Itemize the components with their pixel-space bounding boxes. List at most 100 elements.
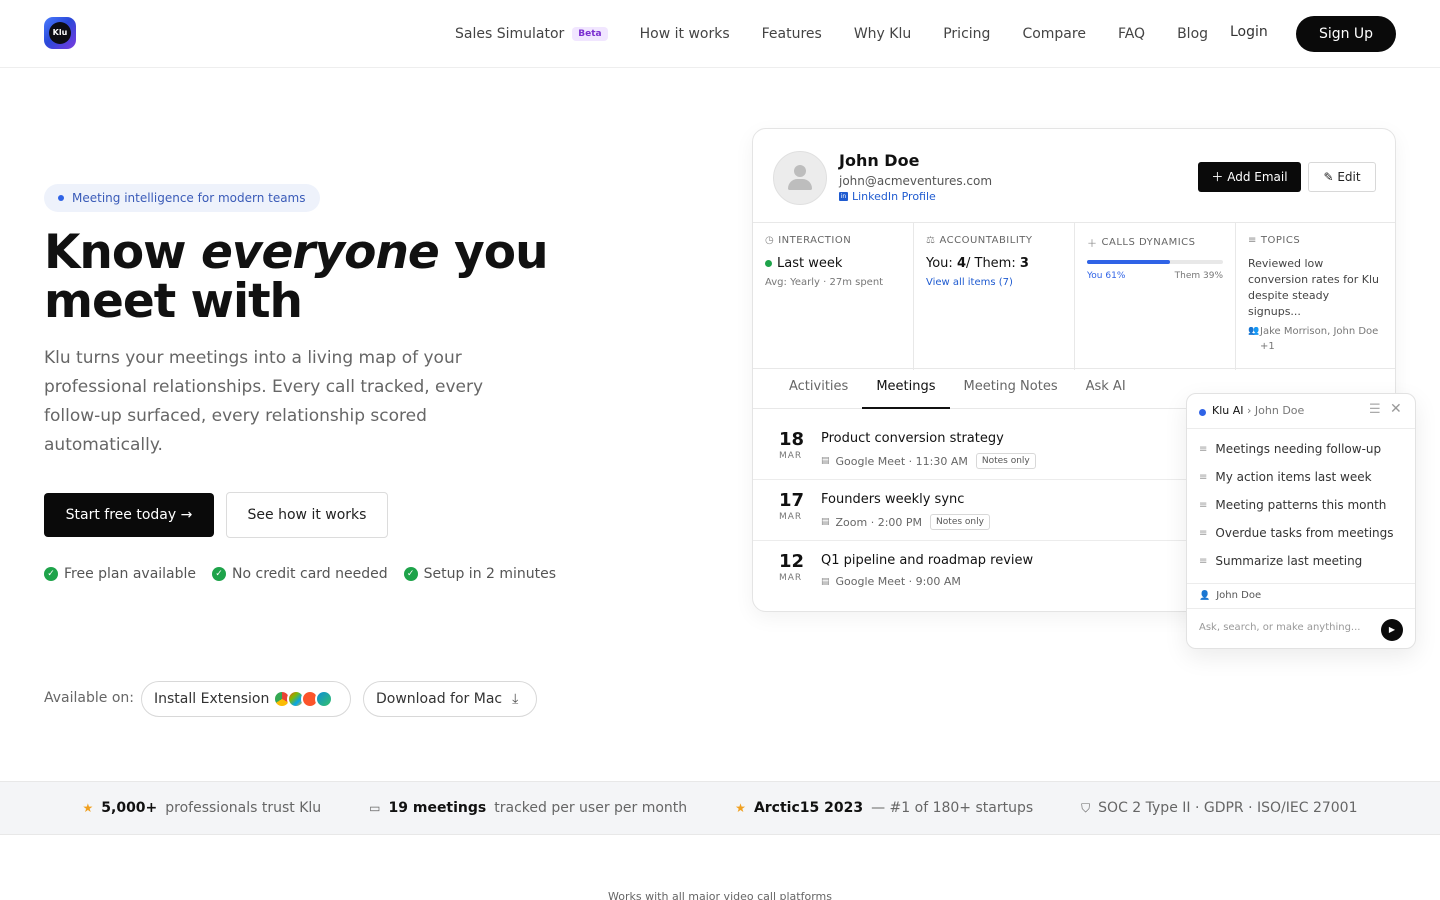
meeting-month: MAR — [779, 573, 803, 583]
context-user-chip[interactable]: 👤 John Doe — [1187, 583, 1415, 609]
ai-suggestion-label: My action items last week — [1215, 470, 1372, 484]
pill-dot-icon — [58, 195, 64, 201]
ai-suggestion[interactable]: ≡ Meetings needing follow-up — [1199, 442, 1381, 456]
add-email-button[interactable]: ＋ Add Email — [1198, 162, 1301, 192]
beta-badge: Beta — [572, 27, 608, 41]
klu-logo[interactable]: Klu — [44, 17, 76, 49]
trust-bold: Arctic15 2023 — [753, 800, 864, 816]
logo-text: Klu — [49, 22, 71, 44]
meeting-day: 12 — [779, 551, 805, 572]
ai-suggestion-label: Summarize last meeting — [1215, 554, 1363, 568]
interaction-value: Last week — [777, 256, 843, 271]
trust-text: tracked per user per month — [494, 800, 688, 816]
check-label: No credit card needed — [232, 566, 388, 582]
send-button[interactable]: ▶ — [1381, 619, 1403, 641]
nav-link-features[interactable]: Features — [762, 26, 822, 42]
trust-item: ★ Arctic15 2023 — #1 of 180+ startups — [735, 800, 1033, 816]
trust-text: professionals trust Klu — [165, 800, 322, 816]
ai-suggestion[interactable]: ≡ Summarize last meeting — [1199, 554, 1362, 568]
check-label: Setup in 2 minutes — [423, 566, 557, 582]
close-icon[interactable]: ✕ — [1390, 401, 1402, 417]
menu-icon[interactable]: ☰ — [1369, 402, 1381, 417]
login-link[interactable]: Login — [1230, 24, 1268, 40]
install-extension-label: Install Extension — [154, 691, 270, 707]
see-how-it-works-button[interactable]: See how it works — [226, 492, 388, 538]
meeting-platform-time: Google Meet · 9:00 AM — [835, 575, 961, 588]
signup-button[interactable]: Sign Up — [1296, 16, 1396, 52]
notes-only-badge: Notes only — [975, 453, 1036, 469]
headline-emphasis: everyone — [200, 225, 440, 280]
stat-topics: ≡ TOPICS Reviewed low conversion rates fo… — [1236, 223, 1395, 370]
nav-link-sales-simulator[interactable]: Sales Simulator Beta — [455, 26, 608, 42]
trust-text: — #1 of 180+ startups — [871, 800, 1034, 816]
hero-subtext: Klu turns your meetings into a living ma… — [44, 348, 484, 455]
klu-ai-panel: Klu AI › John Doe ☰ ✕ ≡ Meetings needing … — [1186, 393, 1416, 649]
stats-row: ◷ INTERACTION Last week Avg: Yearly · 27m… — [753, 222, 1395, 370]
star-icon: ★ — [735, 801, 746, 815]
tab-meeting-notes[interactable]: Meeting Notes — [950, 369, 1072, 409]
avatar-head — [794, 165, 806, 177]
meeting-title: Founders weekly sync — [821, 492, 965, 507]
check-item: ✓ Free plan available — [44, 566, 196, 582]
meeting-day: 18 — [779, 429, 805, 450]
you-ratio-label: You 61% — [1087, 271, 1126, 281]
topic-participants: 👥 Jake Morrison, John Doe +1 — [1248, 324, 1385, 354]
trust-item: ⛉ SOC 2 Type II · GDPR · ISO/IEC 27001 — [1081, 800, 1357, 816]
clock-icon: ◷ — [765, 235, 775, 246]
ai-suggestion[interactable]: ≡ My action items last week — [1199, 470, 1372, 484]
stat-main: Last week — [765, 256, 901, 271]
lines-icon: ≡ — [1199, 527, 1208, 539]
avatar-body — [788, 179, 812, 190]
nav-link-compare[interactable]: Compare — [1022, 26, 1086, 42]
works-with-label: Works with all major video call platform… — [608, 890, 832, 900]
headline-part1: Know — [44, 225, 201, 280]
tab-meetings[interactable]: Meetings — [862, 369, 950, 409]
ask-ai-input[interactable]: Ask, search, or make anything... — [1199, 622, 1360, 633]
nav-link-how-it-works[interactable]: How it works — [640, 26, 730, 42]
meeting-meta: ▤ Google Meet · 11:30 AM Notes only — [821, 453, 1036, 469]
meeting-title: Product conversion strategy — [821, 431, 1004, 446]
stat-header-label: ACCOUNTABILITY — [939, 235, 1033, 246]
ai-suggestion[interactable]: ≡ Overdue tasks from meetings — [1199, 526, 1394, 540]
check-item: ✓ Setup in 2 minutes — [403, 566, 557, 582]
ai-suggestion-label: Meeting patterns this month — [1215, 498, 1387, 512]
nav-link-blog[interactable]: Blog — [1177, 26, 1208, 42]
nav-link-faq[interactable]: FAQ — [1118, 26, 1145, 42]
stat-header: ≡ TOPICS — [1248, 235, 1385, 246]
download-mac-button[interactable]: Download for Mac ⤓ — [363, 681, 537, 717]
plus-icon: ＋ — [1087, 239, 1098, 250]
stat-calls-dynamics: ＋ CALLS DYNAMICS You 61% Them 39% — [1075, 223, 1236, 370]
lines-icon: ≡ — [1199, 443, 1208, 455]
add-email-label: Add Email — [1227, 170, 1288, 184]
start-free-button[interactable]: Start free today → — [44, 493, 214, 537]
shield-icon: ⛉ — [1081, 800, 1091, 815]
participants-label: Jake Morrison, John Doe +1 — [1260, 326, 1379, 352]
nav-link-label: Sales Simulator — [455, 26, 565, 42]
check-icon: ✓ — [44, 567, 58, 581]
notes-only-badge: Notes only — [930, 514, 990, 530]
avatar — [773, 151, 827, 205]
install-extension-button[interactable]: Install Extension — [141, 681, 351, 717]
linkedin-link[interactable]: in LinkedIn Profile — [839, 190, 936, 203]
meeting-platform-time: Google Meet · 11:30 AM — [835, 454, 968, 468]
user-icon: 👤 — [1199, 591, 1211, 601]
interaction-avg: Avg: Yearly · 27m spent — [765, 277, 884, 288]
nav-link-why-klu[interactable]: Why Klu — [854, 26, 911, 42]
list-icon: ≡ — [1248, 235, 1257, 246]
edit-button[interactable]: ✎ Edit — [1308, 162, 1376, 192]
ai-suggestion[interactable]: ≡ Meeting patterns this month — [1199, 498, 1386, 512]
calendar-icon: ▤ — [821, 576, 830, 587]
tab-ask-ai[interactable]: Ask AI — [1072, 369, 1140, 409]
available-on-label: Available on: — [44, 690, 134, 706]
trust-bold: 19 meetings — [388, 800, 487, 816]
you-value: 4 — [956, 256, 966, 271]
panel-header: Klu AI › John Doe ☰ ✕ — [1187, 394, 1415, 429]
view-all-items-link[interactable]: View all items (7) — [926, 277, 1062, 288]
tab-activities[interactable]: Activities — [775, 369, 862, 409]
pill-text: Meeting intelligence for modern teams — [72, 191, 306, 205]
trust-item: ★ 5,000+ professionals trust Klu — [83, 800, 322, 816]
trust-bold: 5,000+ — [101, 800, 158, 816]
panel-title: Klu AI › John Doe — [1212, 404, 1304, 417]
nav-link-pricing[interactable]: Pricing — [943, 26, 990, 42]
nav-links: Sales Simulator Beta How it works Featur… — [455, 0, 1240, 68]
